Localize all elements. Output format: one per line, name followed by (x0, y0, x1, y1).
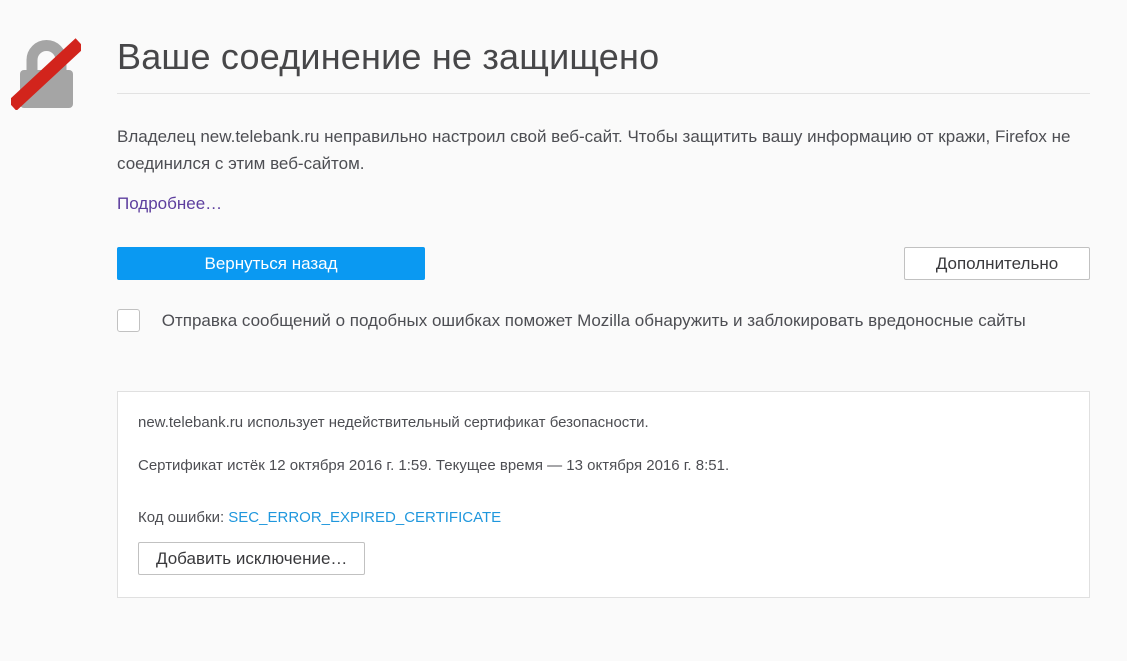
cert-invalid-text: new.telebank.ru использует недействитель… (138, 413, 1069, 433)
error-code-row: Код ошибки: SEC_ERROR_EXPIRED_CERTIFICAT… (138, 508, 1069, 528)
error-code-label: Код ошибки: (138, 509, 228, 526)
report-error-row: Отправка сообщений о подобных ошибках по… (117, 306, 1090, 335)
broken-lock-icon (11, 34, 81, 110)
report-error-label: Отправка сообщений о подобных ошибках по… (162, 311, 1026, 330)
advanced-button[interactable]: Дополнительно (904, 247, 1090, 280)
page-title: Ваше соединение не защищено (117, 36, 1090, 94)
go-back-button[interactable]: Вернуться назад (117, 247, 425, 280)
report-error-checkbox[interactable] (117, 309, 140, 332)
error-description: Владелец new.telebank.ru неправильно нас… (117, 123, 1090, 177)
add-exception-button[interactable]: Добавить исключение… (138, 542, 365, 575)
error-code-link[interactable]: SEC_ERROR_EXPIRED_CERTIFICATE (228, 509, 501, 526)
learn-more-link[interactable]: Подробнее… (117, 194, 222, 214)
advanced-panel: new.telebank.ru использует недействитель… (117, 391, 1090, 598)
button-row: Вернуться назад Дополнительно (117, 247, 1090, 280)
cert-expired-text: Сертификат истёк 12 октября 2016 г. 1:59… (138, 456, 1069, 476)
error-page-container: Ваше соединение не защищено Владелец new… (117, 0, 1090, 598)
